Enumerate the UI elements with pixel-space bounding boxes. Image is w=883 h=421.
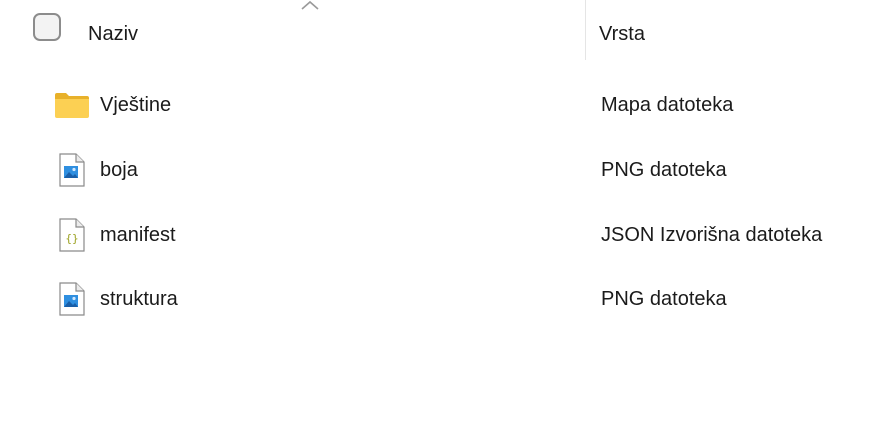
- column-header-name[interactable]: Naziv: [88, 22, 138, 46]
- file-name: struktura: [100, 288, 178, 310]
- json-file-icon: {}: [59, 218, 85, 252]
- file-type: PNG datoteka: [601, 288, 727, 310]
- select-all-checkbox[interactable]: [33, 13, 61, 41]
- file-type: PNG datoteka: [601, 159, 727, 181]
- column-header: Naziv Vrsta: [0, 0, 883, 66]
- file-row-manifest[interactable]: {} manifest JSON Izvorišna datoteka: [0, 211, 883, 261]
- folder-icon: [55, 93, 89, 118]
- column-divider[interactable]: [585, 0, 586, 60]
- sort-ascending-chevron-icon[interactable]: [300, 0, 320, 10]
- file-name: boja: [100, 159, 138, 181]
- file-row-struktura[interactable]: struktura PNG datoteka: [0, 275, 883, 325]
- file-type: JSON Izvorišna datoteka: [601, 224, 823, 246]
- file-name: manifest: [100, 224, 176, 246]
- file-name: Vještine: [100, 94, 172, 116]
- file-list-view: Naziv Vrsta Vještine Mapa datoteka boja …: [0, 0, 883, 421]
- file-row-boja[interactable]: boja PNG datoteka: [0, 146, 883, 196]
- image-file-icon: [59, 153, 85, 187]
- file-row-vjestine[interactable]: Vještine Mapa datoteka: [0, 81, 883, 131]
- svg-text:{}: {}: [65, 232, 78, 245]
- column-header-type[interactable]: Vrsta: [599, 22, 645, 46]
- file-type: Mapa datoteka: [601, 94, 734, 116]
- image-file-icon: [59, 282, 85, 316]
